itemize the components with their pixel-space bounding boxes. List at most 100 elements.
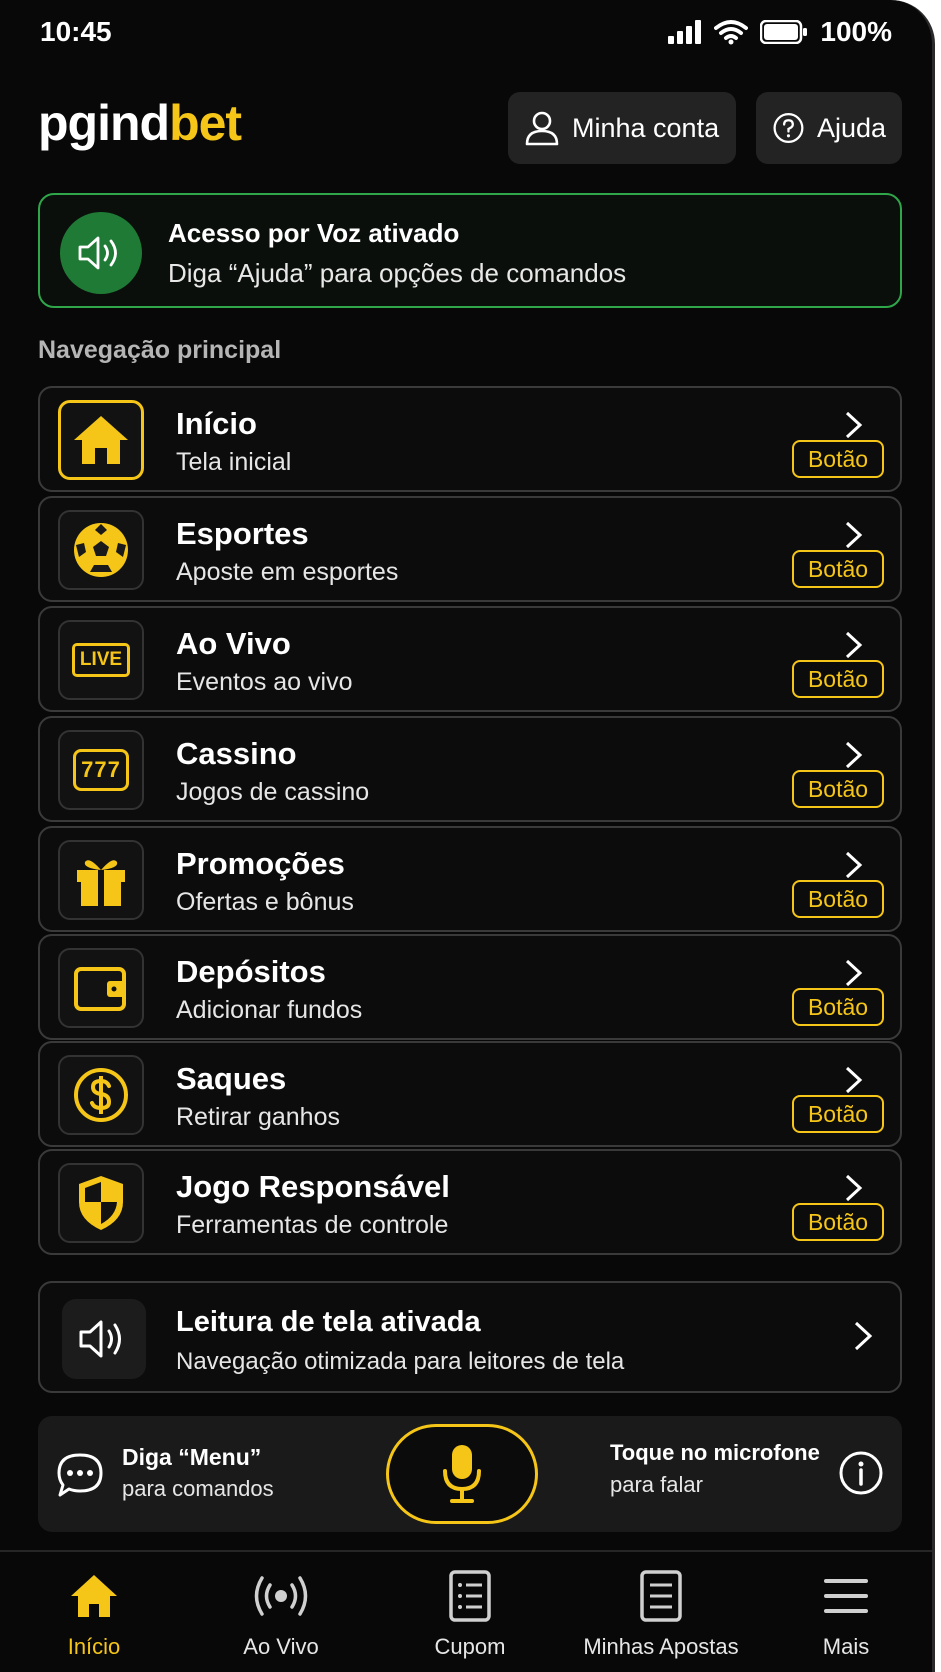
nav-item-title: Ao Vivo bbox=[176, 626, 291, 661]
nav-item-title: Jogo Responsável bbox=[176, 1169, 450, 1204]
nav-item-title: Saques bbox=[176, 1061, 287, 1096]
mic-hint-subtitle: para falar bbox=[610, 1472, 703, 1497]
button-role-badge: Botão bbox=[792, 1095, 884, 1133]
logo-text-accent: bet bbox=[169, 95, 242, 151]
tab-label: Início bbox=[67, 1634, 121, 1659]
tab-label: Cupom bbox=[434, 1634, 506, 1659]
speaker-icon bbox=[60, 212, 142, 294]
command-hint-subtitle: para comandos bbox=[122, 1476, 274, 1501]
signal-icon bbox=[668, 20, 702, 44]
nav-item-title: Esportes bbox=[176, 516, 309, 551]
status-bar: 10:45 100% bbox=[0, 0, 932, 70]
voice-banner-title: Acesso por Voz ativado bbox=[168, 218, 460, 248]
command-hint-title: Diga “Menu” bbox=[122, 1444, 262, 1470]
button-role-badge: Botão bbox=[792, 988, 884, 1026]
chevron-right-icon bbox=[845, 851, 863, 879]
chat-bubble-icon bbox=[57, 1453, 103, 1497]
tab-inicio[interactable]: Início bbox=[4, 1566, 184, 1660]
nav-item-inicio[interactable]: Início Tela inicial Botão bbox=[38, 386, 902, 492]
shield-icon bbox=[58, 1163, 144, 1243]
dollar-coin-icon bbox=[58, 1055, 144, 1135]
button-role-badge: Botão bbox=[792, 1203, 884, 1241]
chevron-right-icon bbox=[845, 1174, 863, 1202]
user-icon bbox=[525, 111, 559, 146]
nav-item-depositos[interactable]: Depósitos Adicionar fundos Botão bbox=[38, 934, 902, 1040]
nav-item-subtitle: Adicionar fundos bbox=[176, 996, 363, 1024]
home-icon bbox=[58, 400, 144, 480]
voice-banner-subtitle: Diga “Ajuda” para opções de comandos bbox=[168, 258, 627, 288]
info-icon[interactable] bbox=[838, 1450, 884, 1496]
voice-access-banner[interactable]: Acesso por Voz ativado Diga “Ajuda” para… bbox=[38, 193, 902, 308]
help-button-label: Ajuda bbox=[816, 112, 886, 143]
nav-item-jogo-responsavel[interactable]: Jogo Responsável Ferramentas de controle… bbox=[38, 1149, 902, 1255]
tab-label: Minhas Apostas bbox=[583, 1634, 739, 1659]
voice-command-bar: Diga “Menu” para comandos Toque no micro… bbox=[38, 1416, 902, 1532]
button-role-badge: Botão bbox=[792, 660, 884, 698]
nav-item-saques[interactable]: Saques Retirar ganhos Botão bbox=[38, 1041, 902, 1147]
bottom-tab-bar: Início Ao Vivo Cupom Minhas Apostas Mais bbox=[0, 1550, 932, 1672]
section-title: Navegação principal bbox=[38, 336, 282, 364]
button-role-badge: Botão bbox=[792, 440, 884, 478]
help-button[interactable]: Ajuda bbox=[756, 92, 902, 164]
account-button[interactable]: Minha conta bbox=[508, 92, 736, 164]
button-role-badge: Botão bbox=[792, 550, 884, 588]
slot-icon-label: 777 bbox=[73, 749, 129, 791]
battery-icon bbox=[760, 20, 808, 44]
nav-item-title: Início bbox=[176, 406, 257, 441]
nav-item-cassino[interactable]: 777 Cassino Jogos de cassino Botão bbox=[38, 716, 902, 822]
nav-item-subtitle: Jogos de cassino bbox=[176, 778, 370, 806]
nav-item-subtitle: Ofertas e bônus bbox=[176, 888, 354, 916]
button-role-badge: Botão bbox=[792, 770, 884, 808]
nav-item-esportes[interactable]: Esportes Aposte em esportes Botão bbox=[38, 496, 902, 602]
soccer-ball-icon bbox=[58, 510, 144, 590]
account-button-label: Minha conta bbox=[572, 112, 720, 143]
tab-cupom[interactable]: Cupom bbox=[380, 1566, 560, 1660]
status-indicators: 100% bbox=[668, 16, 892, 48]
wifi-icon bbox=[714, 20, 749, 45]
chevron-right-icon bbox=[845, 631, 863, 659]
microphone-button[interactable] bbox=[386, 1424, 538, 1524]
screen-reader-title: Leitura de tela ativada bbox=[176, 1306, 481, 1338]
nav-item-subtitle: Tela inicial bbox=[176, 448, 292, 476]
nav-item-subtitle: Retirar ganhos bbox=[176, 1103, 340, 1131]
gift-icon bbox=[58, 840, 144, 920]
nav-item-title: Promoções bbox=[176, 846, 345, 881]
speaker-icon bbox=[62, 1299, 146, 1379]
chevron-right-icon bbox=[845, 1066, 863, 1094]
tab-ao-vivo[interactable]: Ao Vivo bbox=[191, 1566, 371, 1660]
home-icon bbox=[4, 1566, 184, 1626]
microphone-icon bbox=[443, 1445, 481, 1503]
slot-machine-icon: 777 bbox=[58, 730, 144, 810]
nav-item-ao-vivo[interactable]: LIVE Ao Vivo Eventos ao vivo Botão bbox=[38, 606, 902, 712]
battery-level: 100% bbox=[820, 16, 892, 47]
nav-item-promocoes[interactable]: Promoções Ofertas e bônus Botão bbox=[38, 826, 902, 932]
brand-logo[interactable]: pgindbet bbox=[38, 94, 242, 152]
chevron-right-icon bbox=[845, 411, 863, 439]
screen-reader-card[interactable]: Leitura de tela ativada Navegação otimiz… bbox=[38, 1281, 902, 1393]
nav-item-subtitle: Aposte em esportes bbox=[176, 558, 399, 586]
live-icon: LIVE bbox=[58, 620, 144, 700]
menu-icon bbox=[756, 1566, 932, 1626]
chevron-right-icon bbox=[854, 1321, 873, 1351]
chevron-right-icon bbox=[845, 959, 863, 987]
tab-mais[interactable]: Mais bbox=[756, 1566, 932, 1660]
mic-hint-title: Toque no microfone bbox=[610, 1440, 820, 1465]
tab-label: Ao Vivo bbox=[243, 1634, 319, 1659]
chevron-right-icon bbox=[845, 521, 863, 549]
app-screen: 10:45 100% pgindbet Minha conta Ajuda Ac… bbox=[0, 0, 935, 1672]
button-role-badge: Botão bbox=[792, 880, 884, 918]
nav-item-subtitle: Eventos ao vivo bbox=[176, 668, 353, 696]
tab-label: Mais bbox=[822, 1634, 870, 1659]
chevron-right-icon bbox=[845, 741, 863, 769]
question-icon bbox=[773, 113, 804, 143]
broadcast-icon bbox=[191, 1566, 371, 1626]
live-icon-label: LIVE bbox=[72, 643, 130, 677]
tab-minhas-apostas[interactable]: Minhas Apostas bbox=[566, 1566, 756, 1660]
wallet-icon bbox=[58, 948, 144, 1028]
nav-item-title: Cassino bbox=[176, 736, 297, 771]
status-time: 10:45 bbox=[40, 16, 112, 47]
document-icon bbox=[566, 1566, 756, 1626]
screen-reader-subtitle: Navegação otimizada para leitores de tel… bbox=[176, 1348, 625, 1375]
nav-item-title: Depósitos bbox=[176, 954, 326, 989]
logo-text-main: pgind bbox=[38, 95, 170, 151]
